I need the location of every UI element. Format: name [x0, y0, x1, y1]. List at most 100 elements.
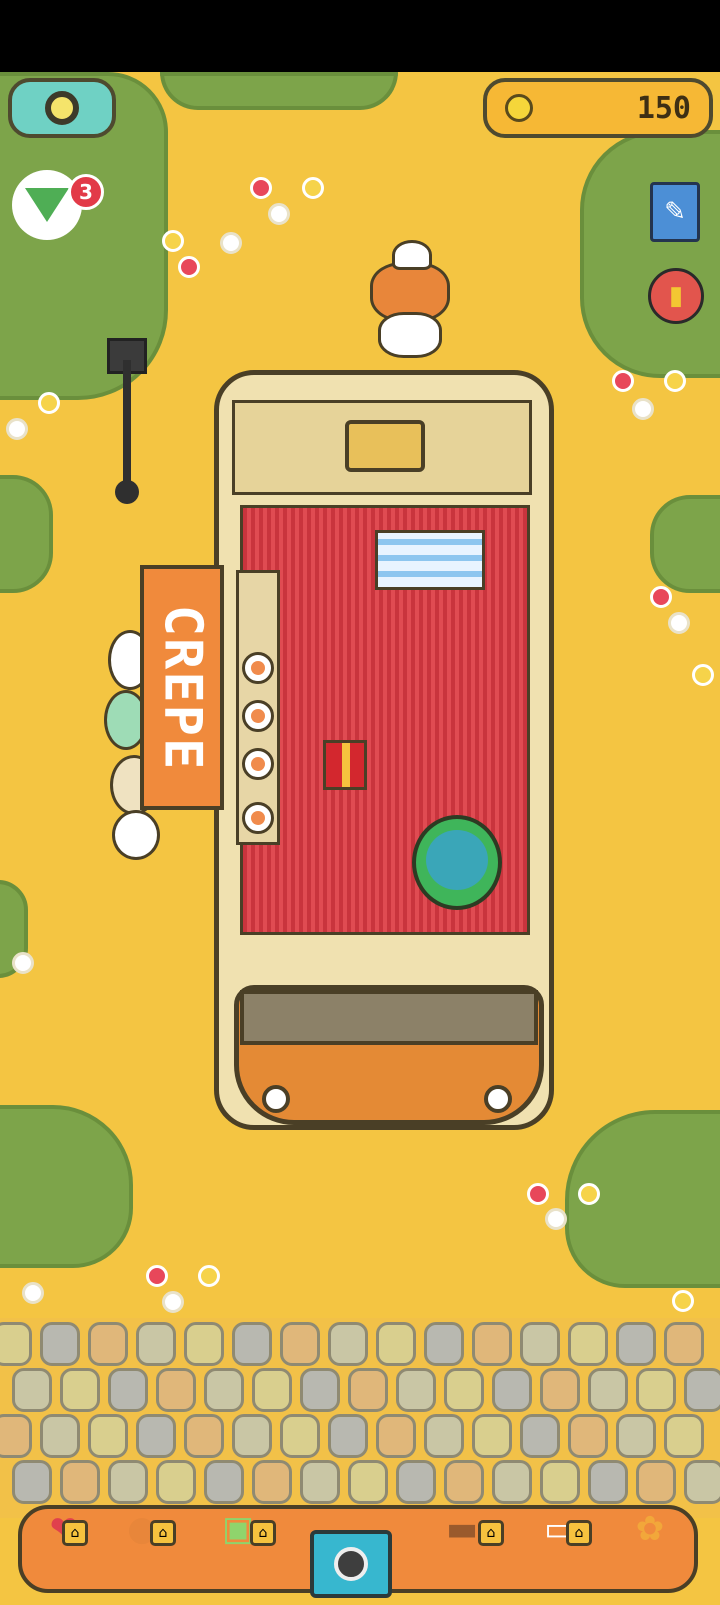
cobblestone	[88, 1322, 128, 1366]
flower	[578, 1183, 600, 1205]
status-bar	[0, 0, 720, 72]
cobblestone	[252, 1368, 292, 1412]
crepe-icon[interactable]	[242, 700, 274, 732]
lamp-pole	[123, 360, 131, 490]
gear-icon	[45, 91, 79, 125]
flower	[6, 418, 28, 440]
stats-button[interactable]: ▮	[648, 268, 704, 324]
flower	[162, 230, 184, 252]
cobblestone	[424, 1322, 464, 1366]
paw-button[interactable]: ✿	[616, 1495, 684, 1563]
cobblestone	[88, 1414, 128, 1458]
cobblestone	[0, 1322, 32, 1366]
headlight-icon	[484, 1085, 512, 1113]
bucket-water	[426, 830, 488, 890]
settings-button[interactable]	[8, 78, 116, 138]
headlight-icon	[262, 1085, 290, 1113]
cobblestone	[280, 1322, 320, 1366]
flower	[178, 256, 200, 278]
sign-label: CREPE	[152, 604, 213, 771]
cobblestone	[12, 1368, 52, 1412]
flower	[198, 1265, 220, 1287]
flower	[664, 370, 686, 392]
cobblestone	[664, 1414, 704, 1458]
notebook-icon: ✎	[664, 197, 686, 227]
cobblestone	[492, 1368, 532, 1412]
lock-icon: ⌂	[566, 1520, 592, 1546]
grass-patch	[160, 72, 398, 110]
truck-roof-hatch	[345, 420, 425, 472]
chef-hat-icon	[392, 240, 432, 270]
sofa-icon: ▬	[445, 1509, 479, 1549]
towel-icon[interactable]	[375, 530, 485, 590]
cobblestone	[108, 1368, 148, 1412]
flower	[268, 203, 290, 225]
cobblestone	[396, 1368, 436, 1412]
shiba-chef-body	[378, 312, 442, 358]
cobblestone	[280, 1414, 320, 1458]
cobblestone	[328, 1414, 368, 1458]
cobblestone	[568, 1322, 608, 1366]
cobblestone	[444, 1368, 484, 1412]
cobblestone	[588, 1368, 628, 1412]
cobblestone	[184, 1414, 224, 1458]
cobblestone	[328, 1322, 368, 1366]
cobblestone	[664, 1322, 704, 1366]
cobblestone-path	[0, 1318, 720, 1518]
flower	[22, 1282, 44, 1304]
cobblestone	[348, 1460, 388, 1504]
coin-amount: 150	[636, 90, 691, 126]
coin-counter: 150	[483, 78, 713, 138]
cobblestone	[616, 1322, 656, 1366]
customer-icon[interactable]	[112, 810, 160, 860]
cobblestone	[232, 1322, 272, 1366]
flower	[250, 177, 272, 199]
flower	[692, 664, 714, 686]
flower	[162, 1291, 184, 1313]
crepe-icon[interactable]	[242, 652, 274, 684]
flower	[302, 177, 324, 199]
gift-box-icon[interactable]	[323, 740, 367, 790]
camera-button[interactable]	[310, 1530, 392, 1598]
cobblestone	[568, 1414, 608, 1458]
cobblestone	[424, 1414, 464, 1458]
coin-icon	[505, 94, 533, 122]
flower	[220, 232, 242, 254]
flower	[668, 612, 690, 634]
lock-icon: ⌂	[478, 1520, 504, 1546]
crepe-icon[interactable]	[242, 748, 274, 780]
flower	[12, 952, 34, 974]
empty-plate-icon[interactable]	[242, 802, 274, 834]
paw-icon: ✿	[635, 1509, 665, 1549]
cobblestone	[136, 1322, 176, 1366]
truck-windshield	[240, 990, 538, 1045]
cobblestone	[520, 1322, 560, 1366]
lamp-base	[115, 480, 139, 504]
cobblestone	[40, 1322, 80, 1366]
cobblestone	[684, 1460, 720, 1504]
grass-patch	[580, 130, 720, 378]
cobblestone	[472, 1322, 512, 1366]
cobblestone	[684, 1368, 720, 1412]
cobblestone	[376, 1322, 416, 1366]
cobblestone	[376, 1414, 416, 1458]
cobblestone	[232, 1414, 272, 1458]
cobblestone	[0, 1414, 32, 1458]
grass-patch	[0, 475, 53, 593]
gem-icon	[25, 188, 69, 222]
cobblestone	[616, 1414, 656, 1458]
cobblestone	[60, 1368, 100, 1412]
cobblestone	[636, 1368, 676, 1412]
flower	[146, 1265, 168, 1287]
cobblestone	[156, 1368, 196, 1412]
lock-icon: ⌂	[150, 1520, 176, 1546]
camera-icon	[334, 1547, 368, 1581]
crepe-sign[interactable]: CREPE	[140, 565, 224, 810]
flower	[632, 398, 654, 420]
flower	[650, 586, 672, 608]
lock-icon: ⌂	[62, 1520, 88, 1546]
notification-badge: 3	[68, 174, 104, 210]
recipe-book-button[interactable]: ✎	[650, 182, 700, 242]
cobblestone	[136, 1414, 176, 1458]
cobblestone	[540, 1368, 580, 1412]
